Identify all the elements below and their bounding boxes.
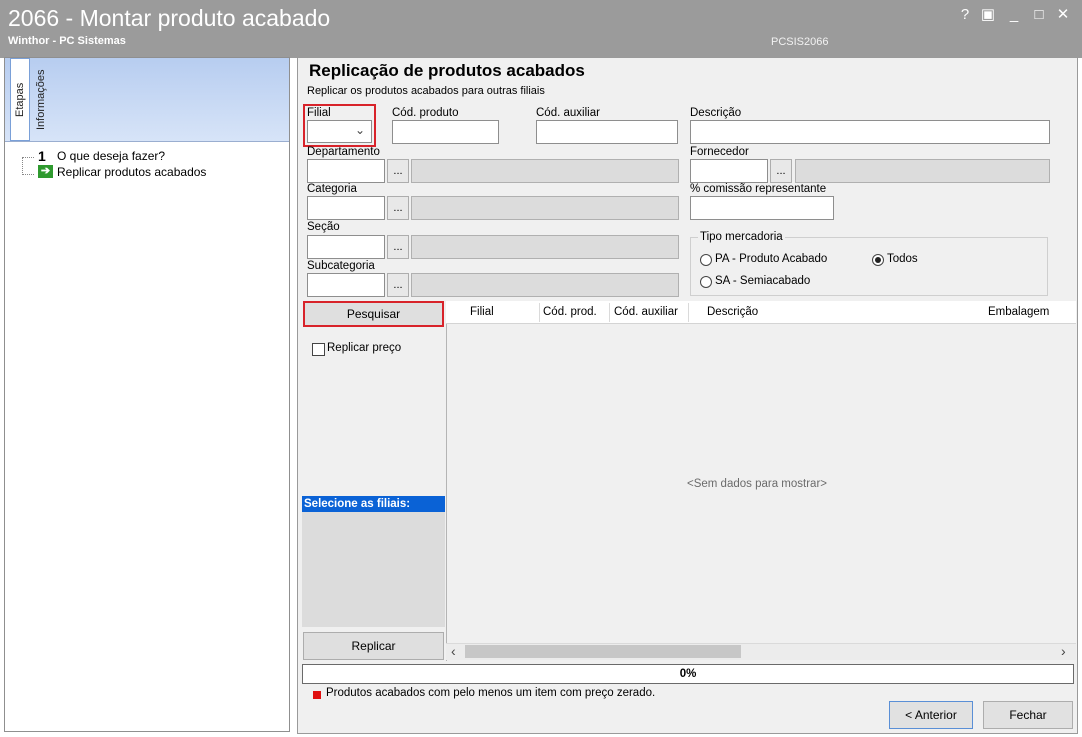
tree-connector <box>22 157 34 158</box>
column-header-cod-auxiliar[interactable]: Cód. auxiliar <box>614 306 678 318</box>
descricao-input[interactable] <box>690 120 1050 144</box>
departamento-lookup-button[interactable]: ... <box>387 159 409 183</box>
radio-pa[interactable] <box>700 254 712 266</box>
filial-select[interactable]: ⌄ <box>307 120 372 143</box>
tipo-mercadoria-group <box>690 237 1048 296</box>
filial-label: Filial <box>307 107 331 119</box>
replicar-button[interactable]: Replicar <box>303 632 444 660</box>
filiais-list[interactable] <box>302 512 445 627</box>
close-button[interactable]: ✕ <box>1053 4 1073 26</box>
chevron-down-icon: ⌄ <box>354 123 365 137</box>
cod-produto-label: Cód. produto <box>392 107 459 119</box>
replicar-preco-checkbox[interactable] <box>312 343 325 356</box>
step-number: 1 <box>38 148 46 164</box>
step-item-replicar-produtos[interactable]: Replicar produtos acabados <box>57 165 206 179</box>
cod-auxiliar-input[interactable] <box>536 120 678 144</box>
tab-etapas[interactable]: Etapas <box>10 58 30 141</box>
cod-produto-input[interactable] <box>392 120 499 144</box>
scroll-right-icon[interactable]: › <box>1061 643 1066 659</box>
column-header-filial[interactable]: Filial <box>470 306 494 318</box>
radio-sa[interactable] <box>700 276 712 288</box>
column-header-descricao[interactable]: Descrição <box>707 306 758 318</box>
departamento-input[interactable] <box>307 159 385 183</box>
departamento-label: Departamento <box>307 146 380 158</box>
scroll-left-icon[interactable]: ‹ <box>451 643 456 659</box>
secao-input[interactable] <box>307 235 385 259</box>
categoria-input[interactable] <box>307 196 385 220</box>
scrollbar-thumb[interactable] <box>465 645 741 658</box>
selecione-filiais-header: Selecione as filiais: <box>302 496 445 512</box>
cod-auxiliar-label: Cód. auxiliar <box>536 107 600 119</box>
empty-grid-message: <Sem dados para mostrar> <box>687 478 827 490</box>
restore-icon[interactable]: ▣ <box>978 4 998 26</box>
minimize-button[interactable]: _ <box>1004 4 1024 26</box>
categoria-lookup-button[interactable]: ... <box>387 196 409 220</box>
radio-todos-label: Todos <box>887 253 918 265</box>
window-subtitle: Winthor - PC Sistemas <box>8 35 126 47</box>
fornecedor-description <box>795 159 1050 183</box>
secao-label: Seção <box>307 221 340 233</box>
tree-connector <box>22 174 34 175</box>
steps-panel-header: Etapas Informações <box>5 58 289 142</box>
secao-lookup-button[interactable]: ... <box>387 235 409 259</box>
legend-text: Produtos acabados com pelo menos um item… <box>326 687 656 699</box>
column-divider <box>688 303 689 322</box>
progress-bar: 0% <box>302 664 1074 684</box>
anterior-button[interactable]: < Anterior <box>889 701 973 729</box>
secao-description <box>411 235 679 259</box>
fornecedor-label: Fornecedor <box>690 146 749 158</box>
fornecedor-lookup-button[interactable]: ... <box>770 159 792 183</box>
column-header-embalagem[interactable]: Embalagem <box>988 306 1049 318</box>
radio-sa-label: SA - Semiacabado <box>715 275 811 287</box>
maximize-button[interactable]: □ <box>1029 4 1049 26</box>
window-title: 2066 - Montar produto acabado <box>8 5 331 31</box>
grid-header <box>446 301 1076 324</box>
subcategoria-input[interactable] <box>307 273 385 297</box>
subcategoria-label: Subcategoria <box>307 260 375 272</box>
tab-informacoes[interactable]: Informações <box>32 60 52 140</box>
fechar-button[interactable]: Fechar <box>983 701 1073 729</box>
program-code: PCSIS2066 <box>771 36 829 48</box>
comissao-label: % comissão representante <box>690 183 827 195</box>
tipo-mercadoria-label: Tipo mercadoria <box>698 231 785 243</box>
pesquisar-button[interactable]: Pesquisar <box>303 301 444 327</box>
help-button[interactable]: ? <box>955 4 975 26</box>
page-subtitle: Replicar os produtos acabados para outra… <box>307 85 545 97</box>
subcategoria-description <box>411 273 679 297</box>
column-divider <box>609 303 610 322</box>
subcategoria-lookup-button[interactable]: ... <box>387 273 409 297</box>
categoria-label: Categoria <box>307 183 357 195</box>
fornecedor-input[interactable] <box>690 159 768 183</box>
radio-todos[interactable] <box>872 254 884 266</box>
steps-panel: Etapas Informações 1 O que deseja fazer?… <box>4 57 290 732</box>
radio-pa-label: PA - Produto Acabado <box>715 253 828 265</box>
legend-color-swatch <box>313 691 321 699</box>
page-title: Replicação de produtos acabados <box>309 61 585 80</box>
tree-connector <box>22 157 23 175</box>
column-divider <box>539 303 540 322</box>
categoria-description <box>411 196 679 220</box>
replicar-preco-label: Replicar preço <box>327 342 402 354</box>
step-item-o-que-deseja-fazer[interactable]: O que deseja fazer? <box>57 149 165 163</box>
descricao-label: Descrição <box>690 107 742 119</box>
departamento-description <box>411 159 679 183</box>
column-header-cod-prod[interactable]: Cód. prod. <box>543 306 597 318</box>
arrow-right-icon: ➔ <box>38 165 53 178</box>
comissao-input[interactable] <box>690 196 834 220</box>
